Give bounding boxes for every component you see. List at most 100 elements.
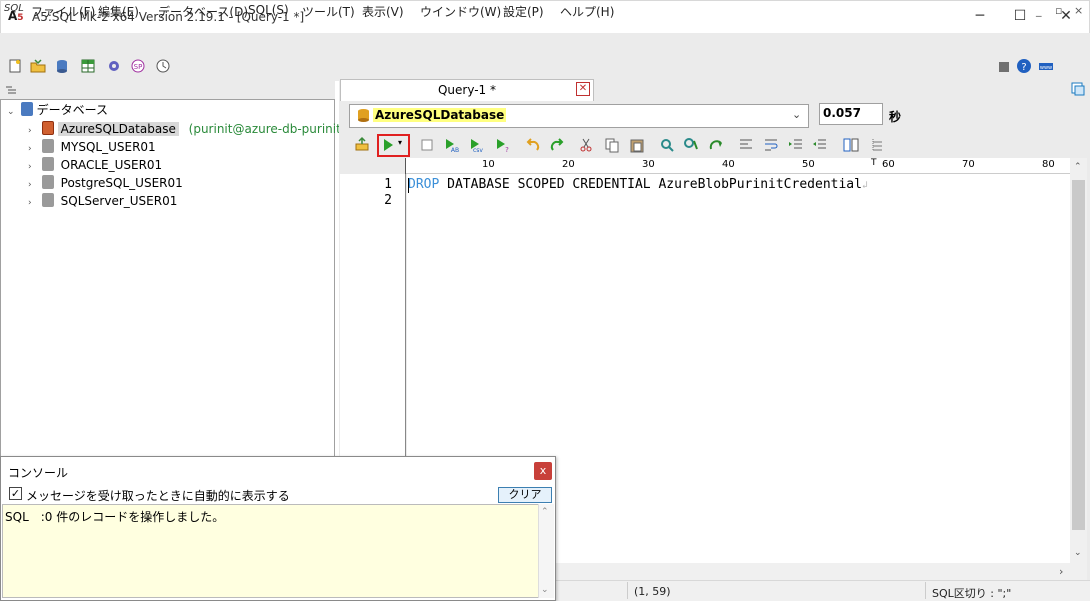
- menu-bar: [0, 33, 1090, 53]
- tab-close-icon[interactable]: ✕: [576, 82, 590, 96]
- expand-arrow-icon[interactable]: ›: [28, 126, 38, 136]
- window-list-icon[interactable]: [1070, 81, 1086, 97]
- line-number: 2: [384, 193, 392, 208]
- console-log-text: SQL :0 件のレコードを操作しました。: [5, 510, 225, 524]
- stop-sql-icon[interactable]: [419, 137, 435, 153]
- tree-item-sqlserver-user01[interactable]: › SQLServer_USER01: [28, 193, 177, 211]
- vertical-scroll-thumb[interactable]: [1072, 180, 1085, 530]
- menu-sql[interactable]: SQL(S): [248, 3, 289, 17]
- stop-icon[interactable]: [996, 59, 1012, 75]
- tree-collapse-icon[interactable]: [4, 84, 18, 96]
- copy-icon[interactable]: [604, 137, 620, 153]
- cut-icon[interactable]: [578, 137, 594, 153]
- search-icon[interactable]: [659, 137, 675, 153]
- svg-text:?: ?: [505, 146, 509, 153]
- tree-item-connection: (purinit@azure-db-purinit): [188, 122, 346, 136]
- menu-window[interactable]: ウインドウ(W): [420, 3, 501, 20]
- reconnect-icon[interactable]: [354, 136, 370, 152]
- expand-arrow-icon[interactable]: ›: [28, 144, 38, 154]
- expand-arrow-icon[interactable]: ›: [28, 180, 38, 190]
- svg-text:www: www: [1040, 65, 1052, 71]
- auto-show-checkbox[interactable]: ✓: [9, 487, 22, 500]
- scroll-right-icon[interactable]: ›: [1059, 565, 1063, 578]
- mdi-restore-icon[interactable]: ▫: [1055, 4, 1062, 17]
- mdi-minimize-icon[interactable]: _: [1036, 4, 1042, 17]
- tree-item-label: SQLServer_USER01: [60, 194, 178, 208]
- menu-help[interactable]: ヘルプ(H): [560, 3, 614, 20]
- sql-keyword: DROP: [408, 177, 440, 192]
- line-number: 1: [384, 177, 392, 192]
- sql-logo-icon: SQL: [4, 3, 24, 14]
- tree-item-azuresqldatabase[interactable]: › AzureSQLDatabase (purinit@azure-db-pur…: [28, 121, 346, 139]
- find-next-icon[interactable]: [708, 137, 724, 153]
- open-folder-icon[interactable]: [30, 58, 46, 74]
- help-icon[interactable]: ?: [1016, 58, 1032, 74]
- ruler-tick-label: 70: [962, 159, 975, 170]
- expand-arrow-icon[interactable]: ›: [28, 198, 38, 208]
- console-scrollbar[interactable]: [538, 504, 554, 598]
- database-connect-icon[interactable]: [54, 58, 70, 74]
- table-editor-icon[interactable]: [80, 58, 96, 74]
- redo-icon[interactable]: [549, 137, 565, 153]
- database-icon: [41, 175, 54, 189]
- svg-text:csv: csv: [473, 147, 483, 153]
- web-icon[interactable]: www: [1038, 58, 1054, 74]
- database-icon: [358, 109, 369, 122]
- word-wrap-icon[interactable]: [763, 137, 779, 153]
- outline-icon[interactable]: [870, 137, 886, 153]
- run-to-grid-icon[interactable]: AB: [444, 137, 460, 153]
- tree-item-mysql-user01[interactable]: › MYSQL_USER01: [28, 139, 156, 157]
- auto-show-label: メッセージを受け取ったときに自動的に表示する: [26, 489, 290, 503]
- scroll-up-icon[interactable]: ⌃: [1074, 162, 1082, 172]
- expand-arrow-icon[interactable]: ›: [28, 162, 38, 172]
- tree-item-postgresql-user01[interactable]: › PostgreSQL_USER01: [28, 175, 183, 193]
- ruler-tick-label: 50: [802, 159, 815, 170]
- explain-plan-icon[interactable]: ?: [495, 137, 511, 153]
- tree-item-label: AzureSQLDatabase: [57, 122, 179, 136]
- replace-icon[interactable]: [683, 137, 699, 153]
- expand-chevron-icon[interactable]: ⌄: [7, 107, 17, 117]
- ruler-tick-label: 10: [482, 159, 495, 170]
- svg-text:SP: SP: [134, 63, 143, 71]
- ruler-tick-label: 20: [562, 159, 575, 170]
- history-icon[interactable]: [155, 58, 171, 74]
- export-csv-icon[interactable]: csv: [469, 137, 485, 153]
- stored-procedure-icon[interactable]: SP: [130, 58, 146, 74]
- svg-text:?: ?: [1021, 62, 1026, 73]
- chevron-down-icon[interactable]: ⌄: [792, 108, 801, 121]
- menu-view[interactable]: 表示(V): [362, 3, 404, 20]
- svg-text:AB: AB: [451, 147, 459, 153]
- menu-settings[interactable]: 設定(P): [503, 3, 544, 20]
- database-icon: [41, 139, 54, 153]
- outdent-icon[interactable]: [812, 137, 828, 153]
- tree-item-label: ORACLE_USER01: [60, 158, 163, 172]
- new-file-icon[interactable]: [7, 58, 23, 74]
- undo-icon[interactable]: [525, 137, 541, 153]
- scroll-down-icon[interactable]: ⌄: [1074, 548, 1082, 558]
- tree-pane-header: [0, 81, 335, 99]
- console-close-button[interactable]: x: [534, 462, 552, 480]
- code-line: DROP DATABASE SCOPED CREDENTIAL AzureBlo…: [408, 177, 868, 192]
- status-divider: [925, 582, 926, 599]
- tree-item-oracle-user01[interactable]: › ORACLE_USER01: [28, 157, 162, 175]
- scroll-up-icon[interactable]: ⌃: [541, 507, 549, 517]
- format-sql-icon[interactable]: [738, 137, 754, 153]
- indent-icon[interactable]: [788, 137, 804, 153]
- gear-icon[interactable]: [106, 58, 122, 74]
- ruler-tick-label: 40: [722, 159, 735, 170]
- ruler-tick-label: 60: [882, 159, 895, 170]
- sql-delimiter-status: SQL区切り : ";": [932, 587, 1012, 600]
- paste-icon[interactable]: [629, 137, 645, 153]
- tree-root[interactable]: ⌄ データベース: [7, 101, 108, 119]
- menu-tools[interactable]: ツール(T): [302, 3, 355, 20]
- elapsed-time-field: 0.057: [819, 103, 883, 125]
- tab-query-1[interactable]: Query-1 *: [340, 79, 594, 101]
- menu-database[interactable]: データベース(D): [158, 3, 248, 20]
- menu-file[interactable]: ファイル(F): [31, 3, 95, 20]
- menu-edit[interactable]: 編集(E): [98, 3, 139, 20]
- compare-icon[interactable]: [843, 137, 859, 153]
- database-icon: [41, 193, 54, 207]
- console-clear-button[interactable]: クリア: [498, 487, 552, 503]
- scroll-down-icon[interactable]: ⌄: [541, 585, 549, 595]
- mdi-close-icon[interactable]: ×: [1074, 4, 1083, 17]
